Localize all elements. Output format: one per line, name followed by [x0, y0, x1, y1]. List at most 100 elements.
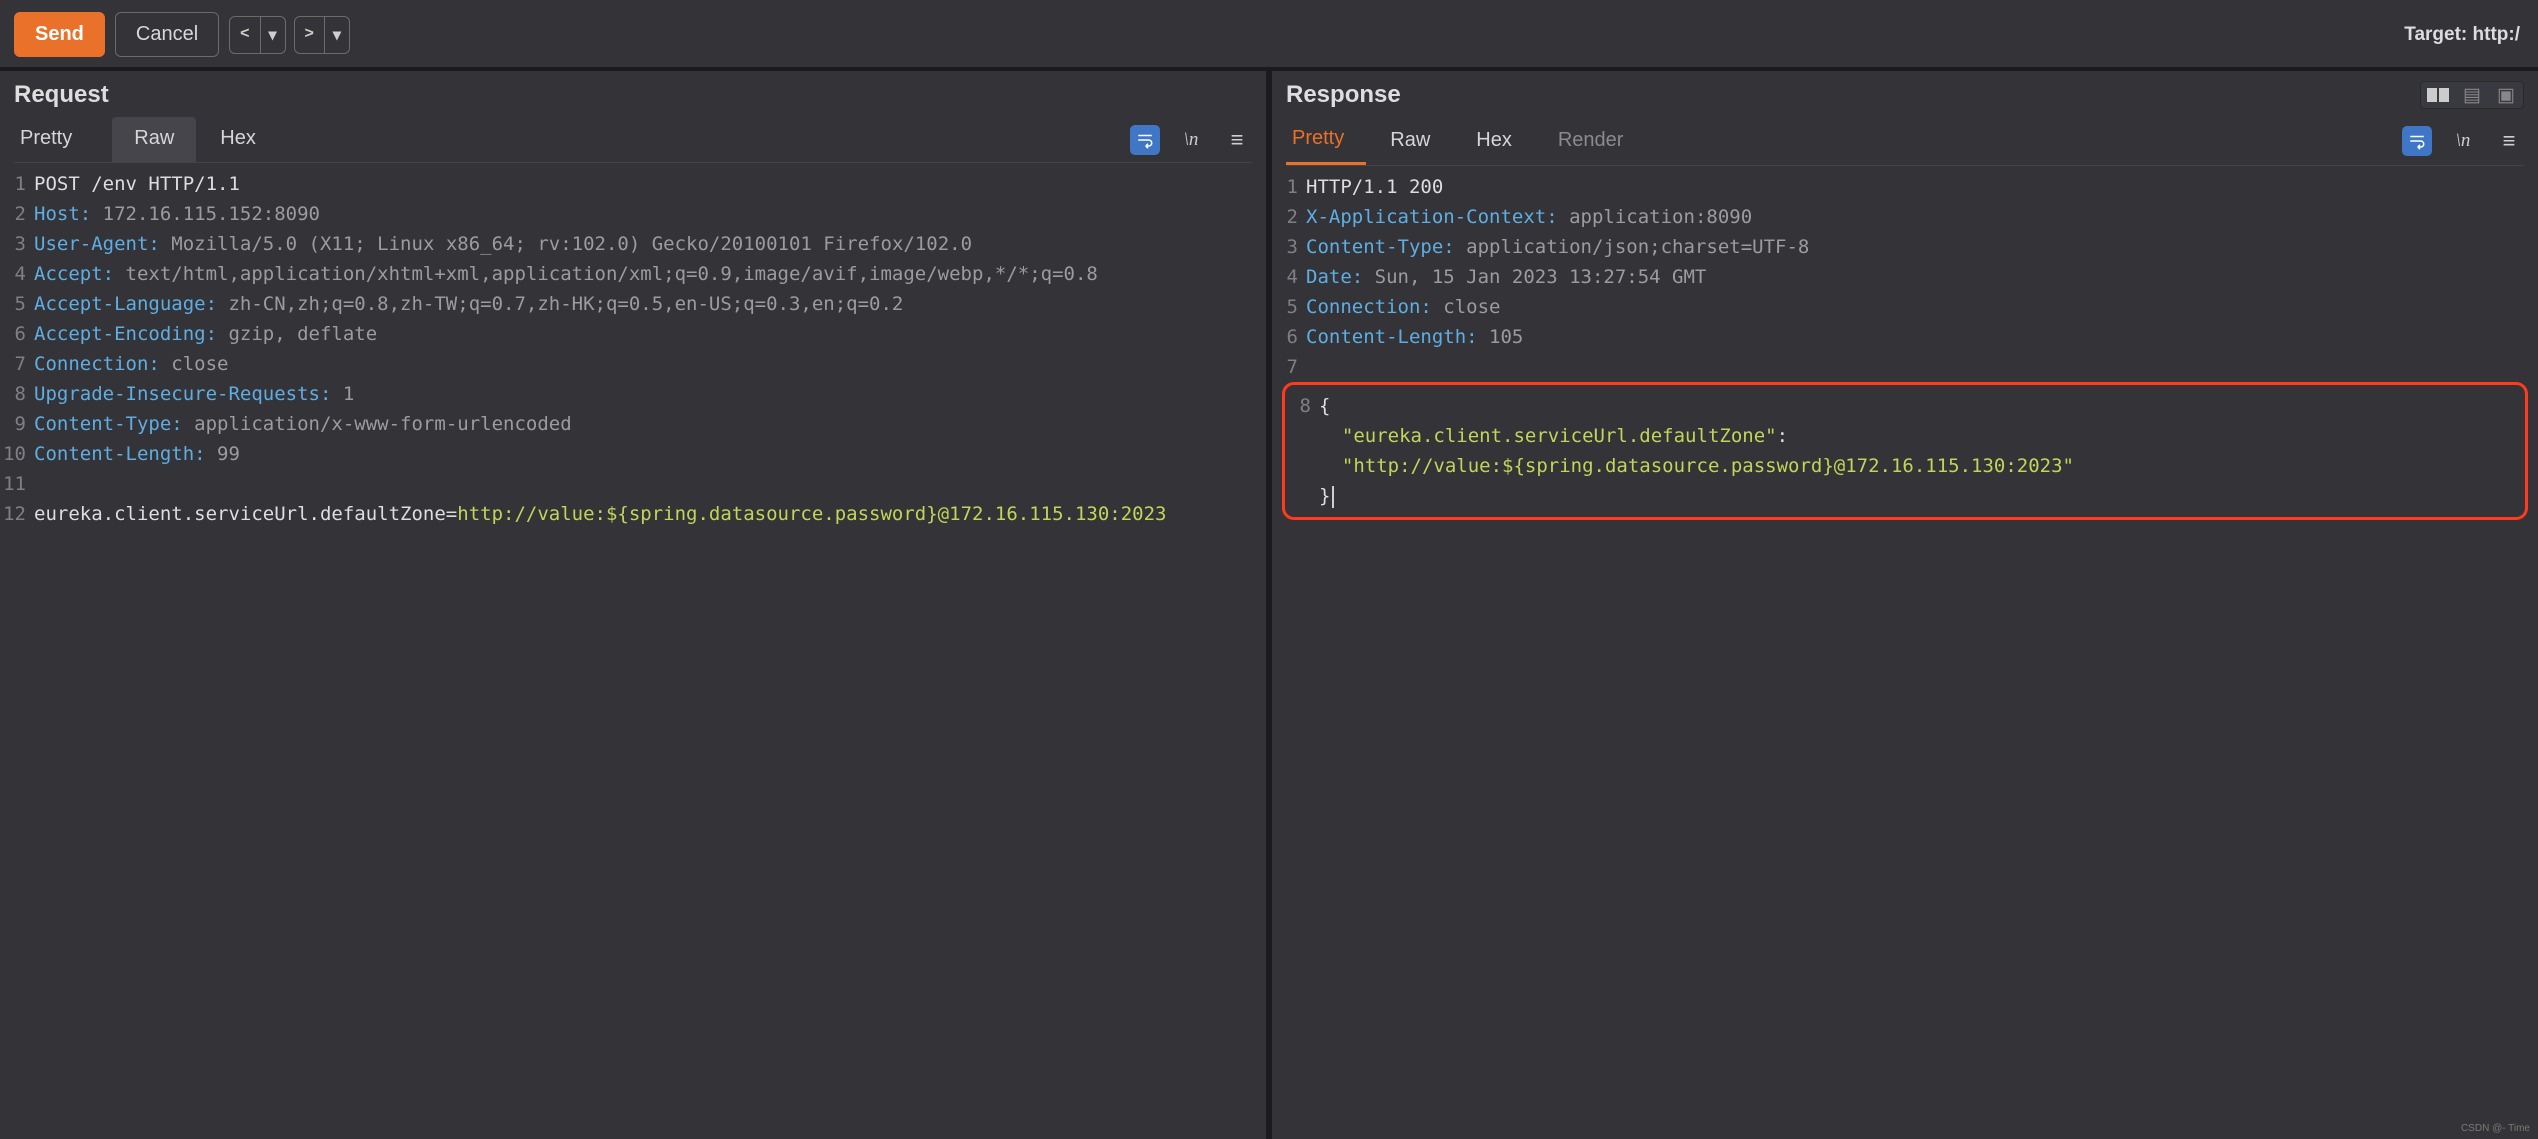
history-forward-split[interactable]: > ▾ — [294, 16, 350, 54]
code-content[interactable]: POST /env HTTP/1.1 — [34, 169, 254, 199]
target-label[interactable]: Target: http:/ — [2404, 24, 2524, 46]
code-content[interactable]: Accept-Language: zh-CN,zh;q=0.8,zh-TW;q=… — [34, 289, 917, 319]
code-content[interactable] — [34, 469, 48, 499]
code-line[interactable]: } — [1285, 481, 2525, 511]
code-content[interactable] — [1306, 352, 1320, 382]
response-tabs: Pretty Raw Hex Render \n ≡ — [1286, 117, 2524, 166]
layout-toggle[interactable]: ▤ ▣ — [2420, 81, 2524, 109]
code-line[interactable]: 2Host: 172.16.115.152:8090 — [0, 199, 1266, 229]
code-line[interactable]: 4Accept: text/html,application/xhtml+xml… — [0, 259, 1266, 289]
tab-pretty[interactable]: Pretty — [14, 117, 94, 162]
tab-raw[interactable]: Raw — [1384, 119, 1452, 164]
newline-icon[interactable]: \n — [2448, 126, 2478, 156]
hamburger-icon[interactable]: ≡ — [2494, 126, 2524, 156]
dropdown-caret-icon: ▾ — [261, 16, 286, 54]
code-line[interactable]: 6Content-Length: 105 — [1272, 322, 2538, 352]
request-title: Request — [14, 81, 109, 109]
line-number: 8 — [0, 379, 34, 409]
code-line[interactable]: 8{ — [1285, 391, 2525, 421]
toolbar: Send Cancel < ▾ > ▾ Target: http:/ — [0, 0, 2538, 71]
code-line[interactable]: 12eureka.client.serviceUrl.defaultZone=h… — [0, 499, 1266, 529]
code-line[interactable]: 4Date: Sun, 15 Jan 2023 13:27:54 GMT — [1272, 262, 2538, 292]
code-content[interactable]: Date: Sun, 15 Jan 2023 13:27:54 GMT — [1306, 262, 1720, 292]
code-content[interactable]: X-Application-Context: application:8090 — [1306, 202, 1766, 232]
tab-hex[interactable]: Hex — [1470, 119, 1534, 164]
code-content[interactable]: Content-Type: application/json;charset=U… — [1306, 232, 1823, 262]
code-line[interactable]: 9Content-Type: application/x-www-form-ur… — [0, 409, 1266, 439]
code-content[interactable]: Host: 172.16.115.152:8090 — [34, 199, 334, 229]
line-number: 1 — [1272, 172, 1306, 202]
line-number: 12 — [0, 499, 34, 529]
dropdown-caret-icon: ▾ — [325, 16, 350, 54]
line-number — [1285, 421, 1319, 451]
code-content[interactable]: Connection: close — [1306, 292, 1514, 322]
code-line[interactable]: 1POST /env HTTP/1.1 — [0, 169, 1266, 199]
line-number: 7 — [1272, 352, 1306, 382]
code-line[interactable]: 5Accept-Language: zh-CN,zh;q=0.8,zh-TW;q… — [0, 289, 1266, 319]
code-content[interactable]: User-Agent: Mozilla/5.0 (X11; Linux x86_… — [34, 229, 986, 259]
code-content[interactable]: Upgrade-Insecure-Requests: 1 — [34, 379, 368, 409]
hamburger-icon[interactable]: ≡ — [1222, 125, 1252, 155]
tab-pretty[interactable]: Pretty — [1286, 117, 1366, 165]
code-content[interactable]: HTTP/1.1 200 — [1306, 172, 1457, 202]
line-number: 9 — [0, 409, 34, 439]
code-content[interactable]: Content-Length: 105 — [1306, 322, 1537, 352]
cancel-button[interactable]: Cancel — [115, 12, 219, 57]
line-number: 6 — [1272, 322, 1306, 352]
request-editor[interactable]: 1POST /env HTTP/1.12Host: 172.16.115.152… — [0, 163, 1266, 1139]
wrap-toggle-icon[interactable] — [1130, 125, 1160, 155]
chevron-left-icon: < — [229, 16, 260, 54]
tab-raw[interactable]: Raw — [112, 117, 196, 162]
code-line[interactable]: 2X-Application-Context: application:8090 — [1272, 202, 2538, 232]
watermark: CSDN @- Time — [2461, 1123, 2530, 1134]
request-tabs: Pretty Raw Hex \n ≡ — [14, 117, 1252, 163]
response-editor[interactable]: 1HTTP/1.1 2002X-Application-Context: app… — [1272, 166, 2538, 1139]
layout-columns-icon — [2421, 82, 2455, 108]
line-number: 2 — [1272, 202, 1306, 232]
code-line[interactable]: 11 — [0, 469, 1266, 499]
line-number — [1285, 481, 1319, 511]
code-content[interactable]: Content-Type: application/x-www-form-url… — [34, 409, 586, 439]
wrap-toggle-icon[interactable] — [2402, 126, 2432, 156]
line-number: 4 — [0, 259, 34, 289]
code-line[interactable]: 3Content-Type: application/json;charset=… — [1272, 232, 2538, 262]
response-panel: Response ▤ ▣ Pretty Raw Hex Render \n ≡ — [1272, 71, 2538, 1139]
highlight-box: 8{ "eureka.client.serviceUrl.defaultZone… — [1282, 382, 2528, 520]
code-content[interactable]: eureka.client.serviceUrl.defaultZone=htt… — [34, 499, 1180, 529]
layout-rows-icon: ▤ — [2455, 82, 2489, 108]
code-content[interactable]: } — [1319, 481, 1348, 511]
code-line[interactable]: "eureka.client.serviceUrl.defaultZone": — [1285, 421, 2525, 451]
line-number — [1285, 451, 1319, 481]
code-content[interactable]: Accept: text/html,application/xhtml+xml,… — [34, 259, 1112, 289]
line-number: 6 — [0, 319, 34, 349]
line-number: 3 — [1272, 232, 1306, 262]
line-number: 5 — [0, 289, 34, 319]
request-panel: Request Pretty Raw Hex \n ≡ 1POST /env H… — [0, 71, 1266, 1139]
line-number: 10 — [0, 439, 34, 469]
code-line[interactable]: 5Connection: close — [1272, 292, 2538, 322]
code-line[interactable]: 1HTTP/1.1 200 — [1272, 172, 2538, 202]
code-content[interactable]: Accept-Encoding: gzip, deflate — [34, 319, 391, 349]
code-line[interactable]: 3User-Agent: Mozilla/5.0 (X11; Linux x86… — [0, 229, 1266, 259]
tab-hex[interactable]: Hex — [214, 117, 278, 162]
code-line[interactable]: "http://value:${spring.datasource.passwo… — [1285, 451, 2525, 481]
code-content[interactable]: "eureka.client.serviceUrl.defaultZone": — [1319, 421, 1802, 451]
code-content[interactable]: Content-Length: 99 — [34, 439, 254, 469]
chevron-right-icon: > — [294, 16, 325, 54]
history-back-split[interactable]: < ▾ — [229, 16, 285, 54]
code-line[interactable]: 8Upgrade-Insecure-Requests: 1 — [0, 379, 1266, 409]
line-number: 3 — [0, 229, 34, 259]
code-line[interactable]: 7Connection: close — [0, 349, 1266, 379]
code-line[interactable]: 10Content-Length: 99 — [0, 439, 1266, 469]
split-panels: Request Pretty Raw Hex \n ≡ 1POST /env H… — [0, 71, 2538, 1139]
line-number: 8 — [1285, 391, 1319, 421]
line-number: 1 — [0, 169, 34, 199]
tab-render[interactable]: Render — [1552, 119, 1646, 164]
code-line[interactable]: 7 — [1272, 352, 2538, 382]
code-content[interactable]: { — [1319, 391, 1344, 421]
code-content[interactable]: "http://value:${spring.datasource.passwo… — [1319, 451, 2088, 481]
newline-icon[interactable]: \n — [1176, 125, 1206, 155]
code-content[interactable]: Connection: close — [34, 349, 242, 379]
send-button[interactable]: Send — [14, 12, 105, 57]
code-line[interactable]: 6Accept-Encoding: gzip, deflate — [0, 319, 1266, 349]
